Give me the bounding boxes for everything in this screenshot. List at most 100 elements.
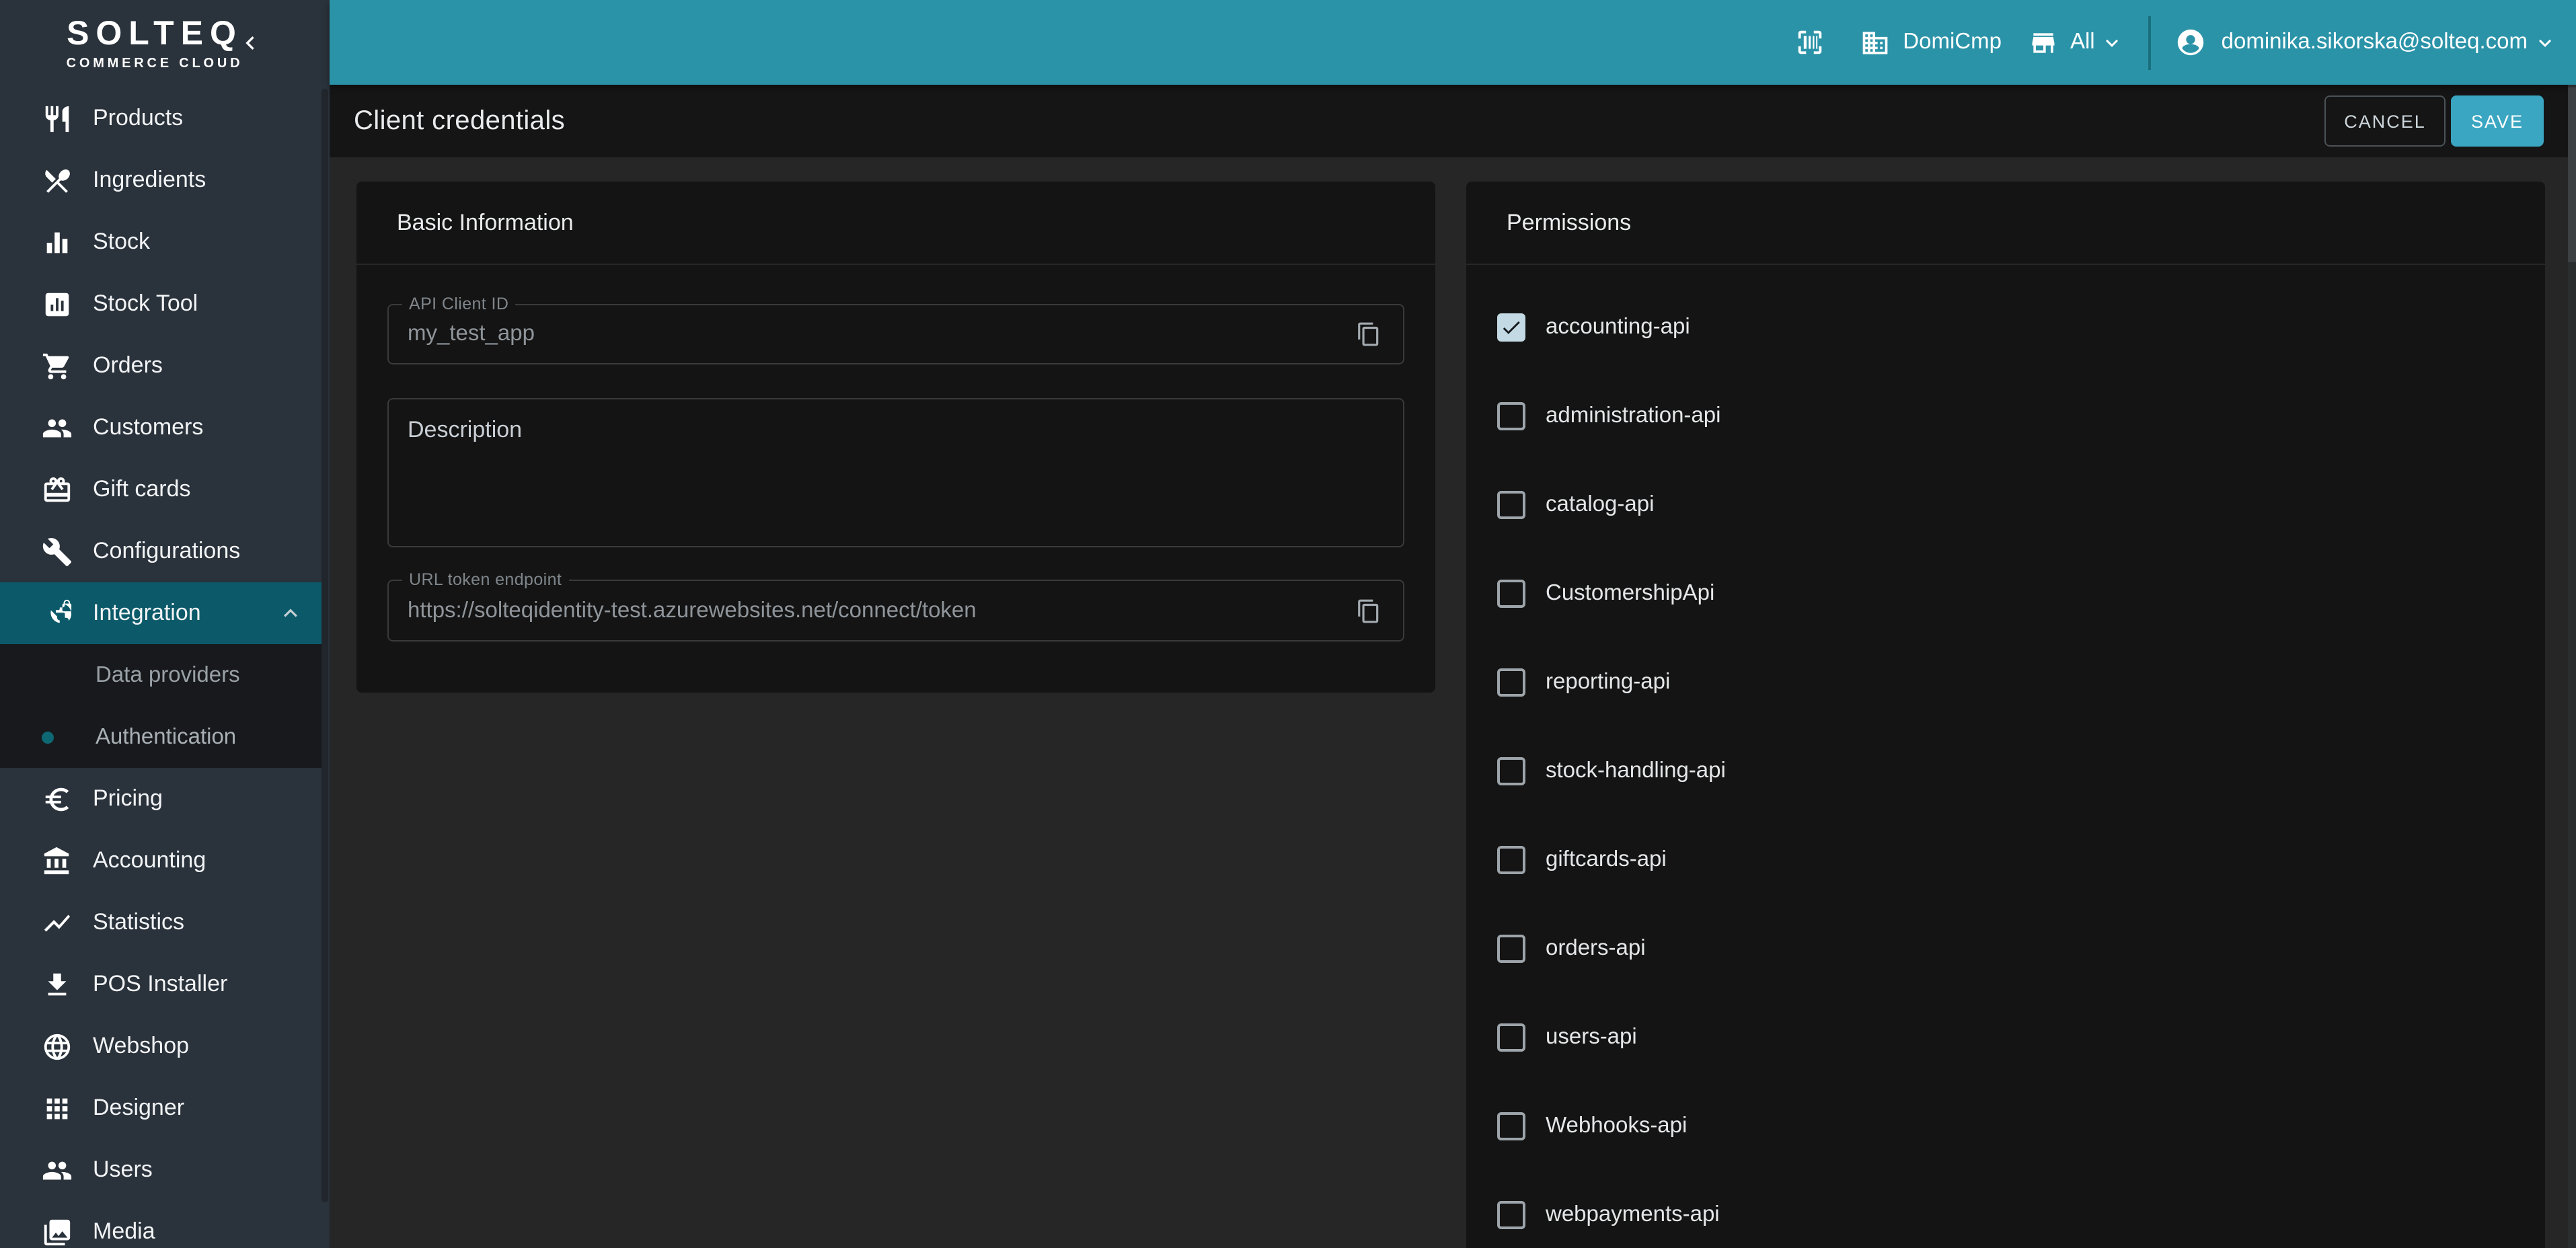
page-scrollbar[interactable] [2568, 85, 2576, 1248]
permission-row[interactable]: orders-api [1497, 904, 2545, 992]
restaurant-icon [42, 103, 73, 134]
permission-label: orders-api [1546, 935, 1646, 961]
permission-label: administration-api [1546, 403, 1720, 428]
sidebar-item-users[interactable]: Users [0, 1139, 323, 1201]
appbar: DomiCmp All dominika.sikorska@solteq.com [330, 0, 2576, 85]
copy-icon [1355, 321, 1381, 347]
brand-text: SOLTEQ COMMERCE CLOUD [59, 16, 250, 71]
permission-row[interactable]: webpayments-api [1497, 1170, 2545, 1248]
permission-row[interactable]: catalog-api [1497, 460, 2545, 549]
permission-row[interactable]: stock-handling-api [1497, 726, 2545, 815]
checkbox-icon[interactable] [1497, 1023, 1525, 1051]
sidebar-item-integration[interactable]: Integration [0, 582, 323, 644]
checkbox-checked-icon[interactable] [1497, 313, 1525, 341]
permission-row[interactable]: accounting-api [1497, 282, 2545, 371]
permission-row[interactable]: users-api [1497, 992, 2545, 1081]
checkbox-icon[interactable] [1497, 934, 1525, 962]
user-email: dominika.sikorska@solteq.com [2222, 30, 2528, 55]
people-icon [42, 1155, 73, 1185]
copy-token-url-button[interactable] [1344, 586, 1392, 635]
sidebar-item-label: Accounting [93, 847, 206, 874]
chevron-down-icon [2100, 30, 2125, 54]
company-selector[interactable]: DomiCmp [1860, 28, 2002, 57]
checkbox-icon[interactable] [1497, 490, 1525, 518]
sidebar-item-pos-installer[interactable]: POS Installer [0, 953, 323, 1015]
sidebar-item-statistics[interactable]: Statistics [0, 892, 323, 953]
copy-icon [1355, 598, 1381, 623]
sidebar-collapse-button[interactable] [237, 30, 264, 56]
sidebar-item-label: Gift cards [93, 476, 191, 503]
photo-library-icon [42, 1216, 73, 1247]
sidebar-item-label: Webshop [93, 1033, 189, 1060]
chevron-up-icon [277, 600, 304, 627]
active-dot [42, 731, 54, 743]
appbar-divider [2149, 15, 2152, 69]
api-client-id-value: my_test_app [408, 321, 535, 347]
api-client-id-field: API Client ID my_test_app [387, 304, 1404, 364]
sidebar-item-label: Pricing [93, 785, 163, 812]
sidebar-item-webshop[interactable]: Webshop [0, 1015, 323, 1077]
sidebar-item-label: Configurations [93, 538, 240, 565]
permission-row[interactable]: Webhooks-api [1497, 1081, 2545, 1170]
page-title: Client credentials [354, 106, 565, 136]
sidebar-item-label: Media [93, 1218, 155, 1245]
sidebar-item-pricing[interactable]: Pricing [0, 768, 323, 830]
description-label: Description [408, 417, 522, 444]
sidebar-item-products[interactable]: Products [0, 87, 323, 149]
sidebar-item-label: Customers [93, 414, 203, 441]
description-textarea[interactable]: Description [387, 398, 1404, 547]
sidebar-item-stock-tool[interactable]: Stock Tool [0, 273, 323, 335]
sidebar-item-label: Products [93, 105, 183, 132]
permissions-panel: Permissions accounting-api administratio… [1466, 182, 2545, 1248]
sidebar-item-customers[interactable]: Customers [0, 397, 323, 459]
account-circle-icon [2176, 27, 2207, 58]
chevron-down-icon [2533, 30, 2557, 54]
page-scrollbar-thumb[interactable] [2568, 87, 2576, 262]
sidebar-subitem-data-providers[interactable]: Data providers [0, 644, 323, 706]
copy-client-id-button[interactable] [1344, 310, 1392, 358]
sidebar-item-orders[interactable]: Orders [0, 335, 323, 397]
building-icon [1860, 28, 1889, 57]
account-menu[interactable]: dominika.sikorska@solteq.com [2176, 27, 2557, 58]
permissions-list: accounting-api administration-api catalo… [1466, 265, 2545, 1248]
sidebar-item-label: Integration [93, 600, 201, 627]
sidebar-item-ingredients[interactable]: Ingredients [0, 149, 323, 211]
sidebar-item-designer[interactable]: Designer [0, 1077, 323, 1139]
sidebar-item-media[interactable]: Media [0, 1201, 323, 1248]
sidebar-item-configurations[interactable]: Configurations [0, 520, 323, 582]
store-scope-selector[interactable]: All [2029, 28, 2125, 57]
sidebar-scrollbar[interactable] [321, 89, 328, 1202]
save-button[interactable]: SAVE [2451, 95, 2544, 147]
appbar-actions: DomiCmp All dominika.sikorska@solteq.com [1794, 15, 2557, 69]
sidebar-item-accounting[interactable]: Accounting [0, 830, 323, 892]
sidebar-item-gift-cards[interactable]: Gift cards [0, 459, 323, 520]
url-token-endpoint-label: URL token endpoint [402, 570, 568, 589]
permission-row[interactable]: administration-api [1497, 371, 2545, 460]
integration-submenu: Data providers Authentication [0, 644, 323, 768]
permission-label: reporting-api [1546, 669, 1670, 695]
checkbox-icon[interactable] [1497, 1112, 1525, 1140]
wrench-icon [42, 536, 73, 567]
sidebar-item-label: Users [93, 1157, 153, 1183]
checkbox-icon[interactable] [1497, 1200, 1525, 1228]
app-root: SOLTEQ COMMERCE CLOUD Products Ingredien… [0, 0, 2576, 1248]
sidebar-item-label: Ingredients [93, 167, 206, 194]
barcode-scan-button[interactable] [1794, 27, 1825, 58]
sidebar-subitem-authentication[interactable]: Authentication [0, 706, 323, 768]
sidebar-item-label: Statistics [93, 909, 184, 936]
sidebar-item-stock[interactable]: Stock [0, 211, 323, 273]
permission-row[interactable]: giftcards-api [1497, 815, 2545, 904]
basic-information-panel: Basic Information API Client ID my_test_… [356, 182, 1435, 693]
checkbox-icon[interactable] [1497, 756, 1525, 785]
cancel-button[interactable]: CANCEL [2324, 95, 2446, 147]
brand-logo: SOLTEQ COMMERCE CLOUD [0, 0, 330, 85]
permission-row[interactable]: reporting-api [1497, 637, 2545, 726]
permission-row[interactable]: CustomershipApi [1497, 549, 2545, 637]
checkbox-icon[interactable] [1497, 668, 1525, 696]
sidebar-item-label: POS Installer [93, 971, 227, 998]
checkbox-icon[interactable] [1497, 579, 1525, 607]
checkbox-icon[interactable] [1497, 845, 1525, 873]
equalizer-icon [42, 227, 73, 258]
checkbox-icon[interactable] [1497, 401, 1525, 430]
giftcard-icon [42, 474, 73, 505]
